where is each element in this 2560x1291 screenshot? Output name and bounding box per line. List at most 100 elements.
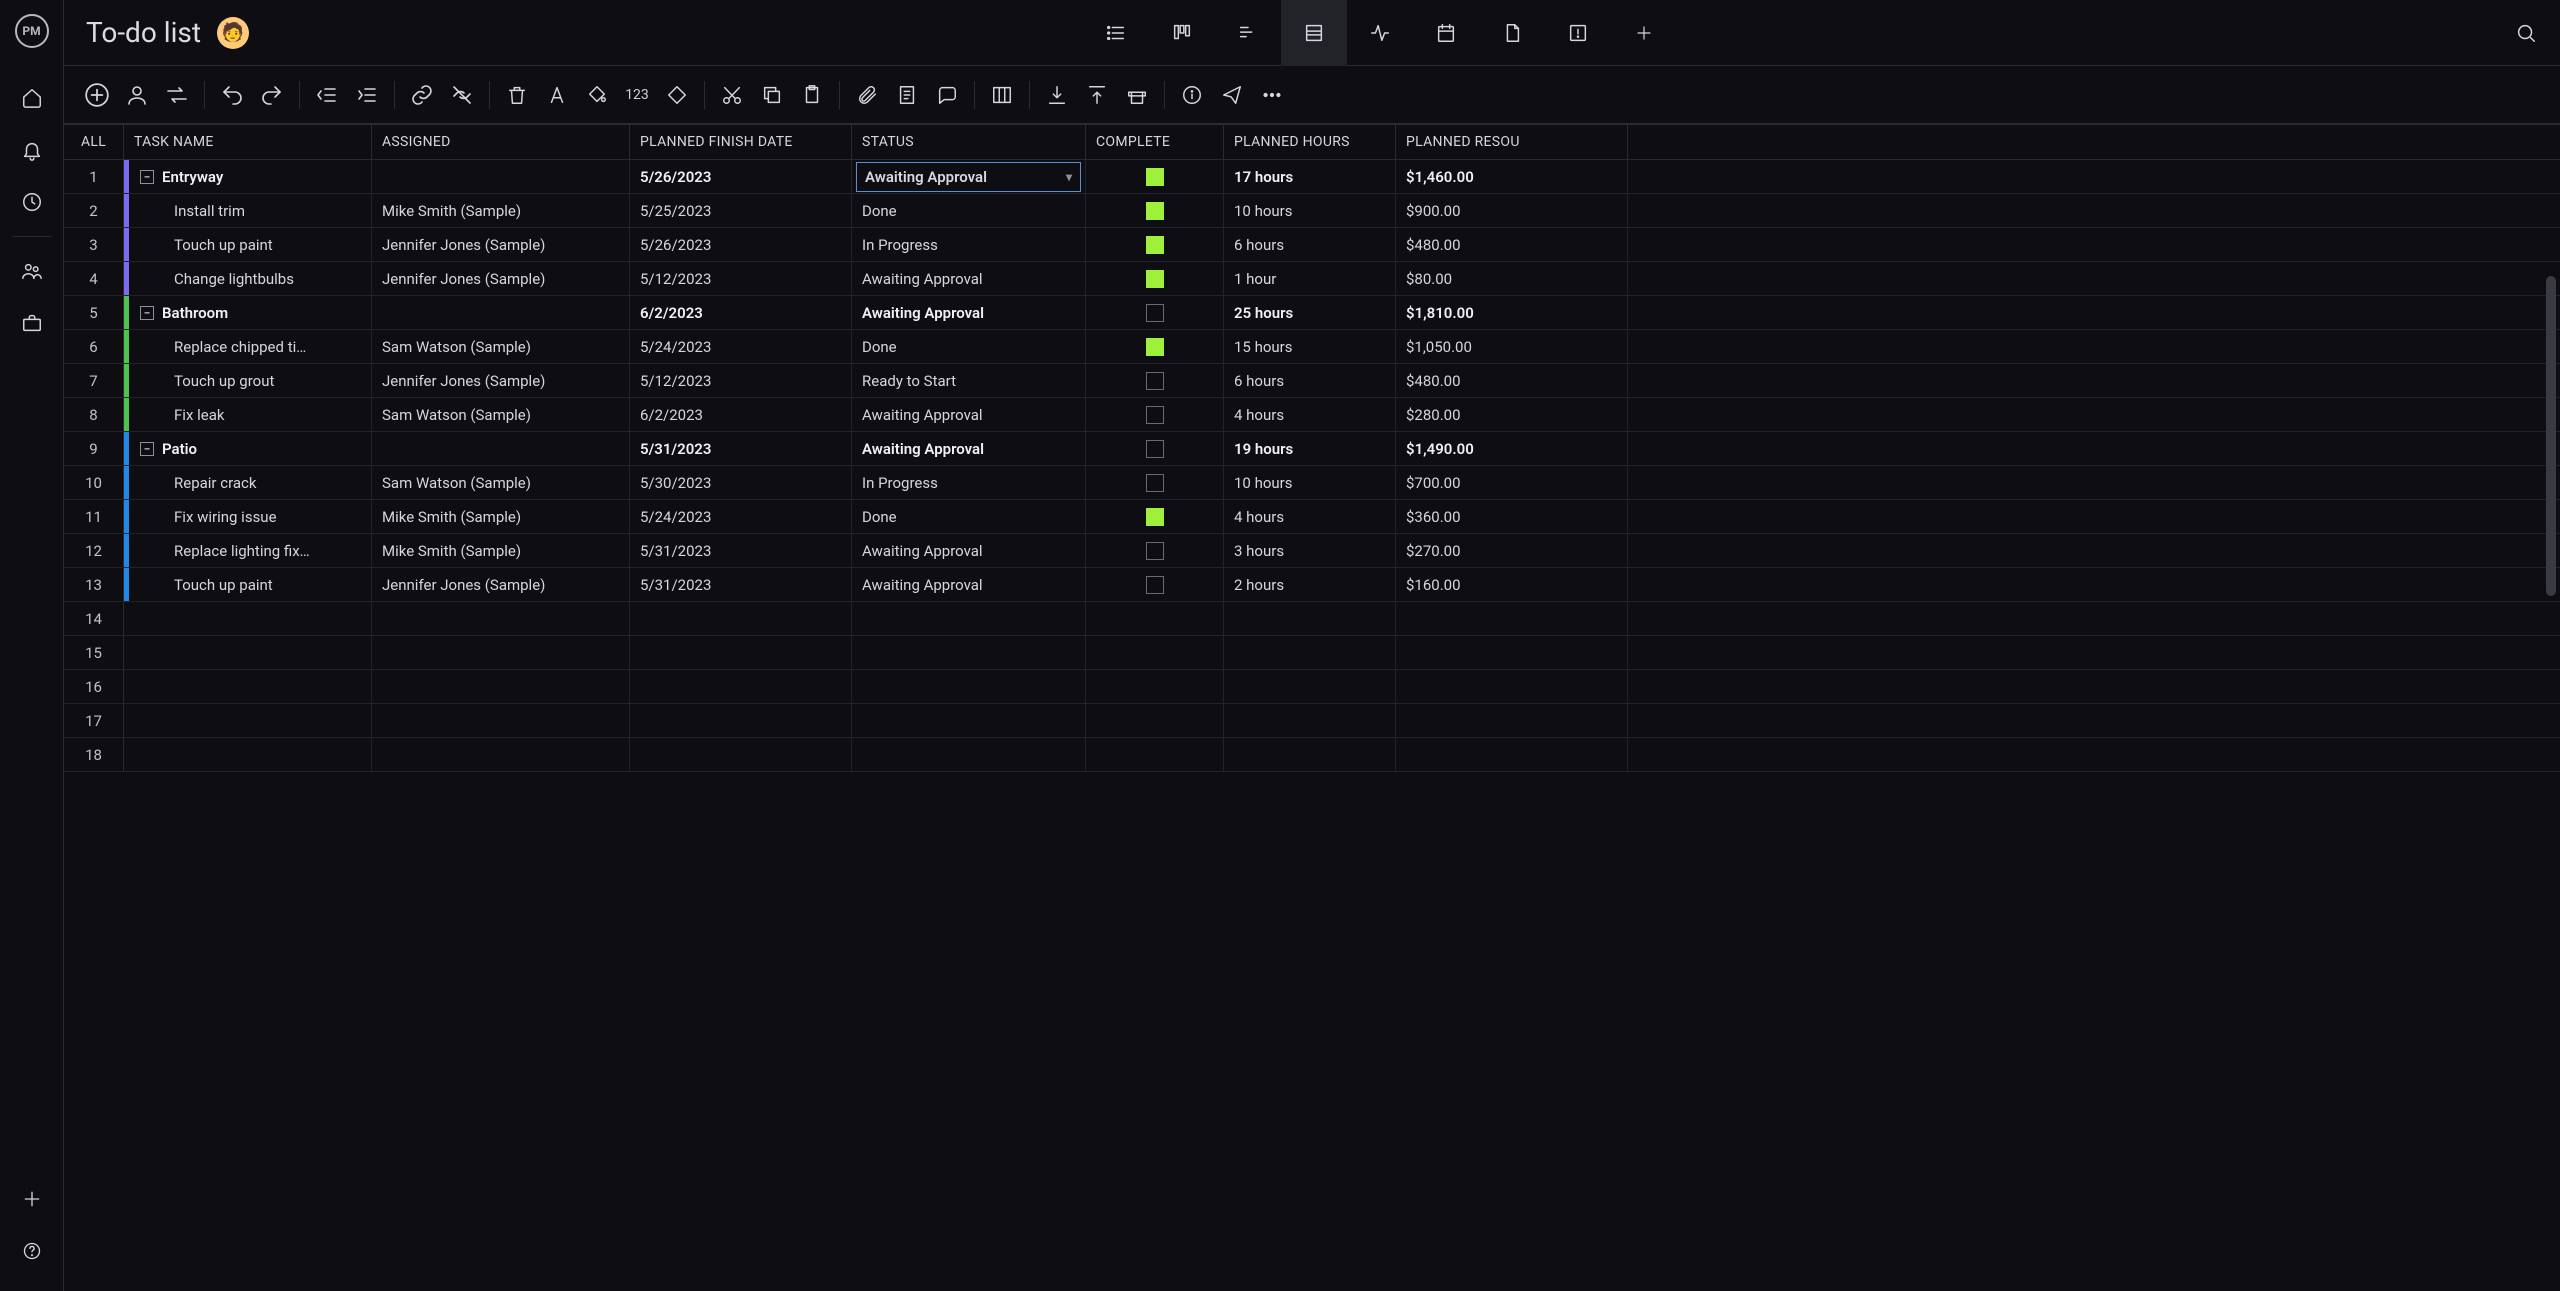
planned-finish-cell[interactable]: 6/2/2023: [630, 398, 852, 431]
task-name-cell[interactable]: [124, 670, 372, 703]
collapse-icon[interactable]: −: [140, 306, 154, 320]
status-cell[interactable]: [852, 738, 1086, 771]
table-row[interactable]: 5−Bathroom6/2/2023Awaiting Approval25 ho…: [64, 296, 2560, 330]
assigned-cell[interactable]: Sam Watson (Sample): [372, 330, 630, 363]
planned-hours-cell[interactable]: 19 hours: [1224, 432, 1396, 465]
task-name-cell[interactable]: Replace lighting fix…: [124, 534, 372, 567]
col-all[interactable]: ALL: [64, 125, 124, 159]
status-cell[interactable]: In Progress: [852, 228, 1086, 261]
complete-checkbox[interactable]: [1146, 338, 1164, 356]
more-button[interactable]: [1257, 80, 1287, 110]
col-task-name[interactable]: TASK NAME: [124, 125, 372, 159]
task-name-cell[interactable]: Fix wiring issue: [124, 500, 372, 533]
complete-checkbox[interactable]: [1146, 168, 1164, 186]
planned-resource-cell[interactable]: [1396, 738, 1628, 771]
task-name-cell[interactable]: Replace chipped ti…: [124, 330, 372, 363]
complete-checkbox[interactable]: [1146, 406, 1164, 424]
delete-button[interactable]: [502, 80, 532, 110]
planned-hours-cell[interactable]: [1224, 670, 1396, 703]
notifications-icon[interactable]: [16, 134, 48, 166]
status-dropdown[interactable]: Awaiting Approval▾: [856, 162, 1081, 192]
planned-finish-cell[interactable]: [630, 636, 852, 669]
task-name-cell[interactable]: [124, 738, 372, 771]
table-row[interactable]: 8Fix leakSam Watson (Sample)6/2/2023Awai…: [64, 398, 2560, 432]
task-name-cell[interactable]: −Bathroom: [124, 296, 372, 329]
status-cell[interactable]: [852, 602, 1086, 635]
app-logo[interactable]: PM: [15, 14, 49, 48]
assign-button[interactable]: [122, 80, 152, 110]
table-row[interactable]: 2Install trimMike Smith (Sample)5/25/202…: [64, 194, 2560, 228]
col-planned-finish[interactable]: PLANNED FINISH DATE: [630, 125, 852, 159]
planned-resource-cell[interactable]: $1,460.00: [1396, 160, 1628, 193]
tag-button[interactable]: [662, 80, 692, 110]
table-row[interactable]: 12Replace lighting fix…Mike Smith (Sampl…: [64, 534, 2560, 568]
status-cell[interactable]: Awaiting Approval: [852, 568, 1086, 601]
task-name-cell[interactable]: [124, 602, 372, 635]
planned-resource-cell[interactable]: $700.00: [1396, 466, 1628, 499]
complete-checkbox[interactable]: [1146, 372, 1164, 390]
planned-resource-cell[interactable]: $160.00: [1396, 568, 1628, 601]
table-row[interactable]: 4Change lightbulbsJennifer Jones (Sample…: [64, 262, 2560, 296]
planned-resource-cell[interactable]: $900.00: [1396, 194, 1628, 227]
task-name-cell[interactable]: Change lightbulbs: [124, 262, 372, 295]
complete-cell[interactable]: [1086, 568, 1224, 601]
task-name-cell[interactable]: Fix leak: [124, 398, 372, 431]
assigned-cell[interactable]: Jennifer Jones (Sample): [372, 364, 630, 397]
col-planned-hours[interactable]: PLANNED HOURS: [1224, 125, 1396, 159]
complete-cell[interactable]: [1086, 500, 1224, 533]
planned-finish-cell[interactable]: 5/24/2023: [630, 500, 852, 533]
cut-button[interactable]: [717, 80, 747, 110]
table-row[interactable]: 6Replace chipped ti…Sam Watson (Sample)5…: [64, 330, 2560, 364]
recent-icon[interactable]: [16, 186, 48, 218]
planned-resource-cell[interactable]: $80.00: [1396, 262, 1628, 295]
assigned-cell[interactable]: Jennifer Jones (Sample): [372, 262, 630, 295]
planned-hours-cell[interactable]: [1224, 704, 1396, 737]
search-icon[interactable]: [2510, 17, 2542, 49]
assigned-cell[interactable]: [372, 636, 630, 669]
planned-finish-cell[interactable]: [630, 670, 852, 703]
planned-resource-cell[interactable]: [1396, 704, 1628, 737]
planned-hours-cell[interactable]: 10 hours: [1224, 194, 1396, 227]
table-row[interactable]: 16: [64, 670, 2560, 704]
complete-cell[interactable]: [1086, 602, 1224, 635]
assigned-cell[interactable]: Mike Smith (Sample): [372, 534, 630, 567]
indent-button[interactable]: [352, 80, 382, 110]
table-row[interactable]: 9−Patio5/31/2023Awaiting Approval19 hour…: [64, 432, 2560, 466]
fill-color-button[interactable]: [582, 80, 612, 110]
planned-finish-cell[interactable]: 5/12/2023: [630, 364, 852, 397]
complete-checkbox[interactable]: [1146, 576, 1164, 594]
complete-cell[interactable]: [1086, 296, 1224, 329]
status-cell[interactable]: [852, 704, 1086, 737]
team-icon[interactable]: [16, 255, 48, 287]
planned-resource-cell[interactable]: $1,050.00: [1396, 330, 1628, 363]
planned-finish-cell[interactable]: 5/25/2023: [630, 194, 852, 227]
col-status[interactable]: STATUS: [852, 125, 1086, 159]
avatar[interactable]: 🧑: [217, 17, 249, 49]
notes-button[interactable]: [892, 80, 922, 110]
planned-hours-cell[interactable]: 10 hours: [1224, 466, 1396, 499]
table-row[interactable]: 10Repair crackSam Watson (Sample)5/30/20…: [64, 466, 2560, 500]
planned-resource-cell[interactable]: $280.00: [1396, 398, 1628, 431]
complete-cell[interactable]: [1086, 636, 1224, 669]
planned-finish-cell[interactable]: 5/24/2023: [630, 330, 852, 363]
planned-hours-cell[interactable]: 2 hours: [1224, 568, 1396, 601]
undo-button[interactable]: [217, 80, 247, 110]
planned-finish-cell[interactable]: 5/31/2023: [630, 568, 852, 601]
planned-hours-cell[interactable]: 25 hours: [1224, 296, 1396, 329]
status-cell[interactable]: In Progress: [852, 466, 1086, 499]
table-row[interactable]: 11Fix wiring issueMike Smith (Sample)5/2…: [64, 500, 2560, 534]
planned-resource-cell[interactable]: $360.00: [1396, 500, 1628, 533]
assigned-cell[interactable]: [372, 704, 630, 737]
planned-resource-cell[interactable]: [1396, 602, 1628, 635]
task-name-cell[interactable]: −Entryway: [124, 160, 372, 193]
assigned-cell[interactable]: [372, 670, 630, 703]
planned-hours-cell[interactable]: 15 hours: [1224, 330, 1396, 363]
number-format-button[interactable]: 123: [622, 80, 652, 110]
complete-checkbox[interactable]: [1146, 202, 1164, 220]
add-task-button[interactable]: [82, 80, 112, 110]
status-cell[interactable]: [852, 670, 1086, 703]
table-row[interactable]: 13Touch up paintJennifer Jones (Sample)5…: [64, 568, 2560, 602]
table-row[interactable]: 14: [64, 602, 2560, 636]
planned-resource-cell[interactable]: [1396, 670, 1628, 703]
planned-hours-cell[interactable]: 6 hours: [1224, 364, 1396, 397]
